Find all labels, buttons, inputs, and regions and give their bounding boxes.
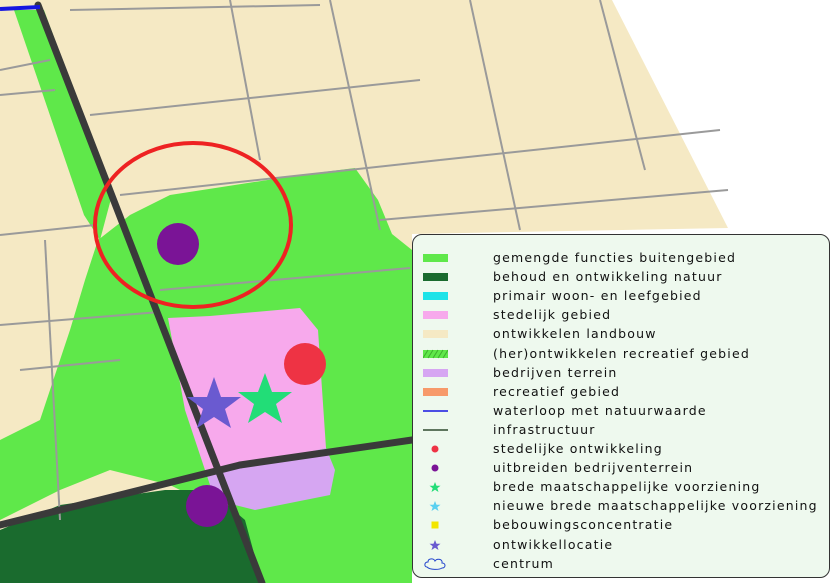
legend-item: recreatief gebied bbox=[413, 383, 831, 401]
uitbreiden-bedrijventerrein-marker[interactable] bbox=[157, 223, 199, 265]
legend-label: bebouwingsconcentratie bbox=[493, 517, 674, 533]
hatched-swatch-icon bbox=[423, 349, 448, 358]
legend-label: stedelijke ontwikkeling bbox=[493, 441, 663, 456]
legend-label: bedrijven terrein bbox=[493, 364, 618, 380]
legend-item: bedrijven terrein bbox=[413, 364, 831, 382]
legend-item: ontwikkellocatie bbox=[413, 536, 831, 554]
legend-item: ontwikkelen landbouw bbox=[413, 325, 831, 343]
swatch-icon bbox=[423, 292, 448, 301]
legend-label: ontwikkellocatie bbox=[493, 536, 614, 552]
legend-item: brede maatschappelijke voorziening bbox=[413, 478, 831, 496]
legend-label: primair woon- en leefgebied bbox=[493, 288, 702, 304]
dot-icon bbox=[431, 464, 439, 472]
square-icon bbox=[431, 521, 439, 529]
legend-label: waterloop met natuurwaarde bbox=[493, 402, 707, 418]
swatch-icon bbox=[423, 387, 448, 396]
legend-item: infrastructuur bbox=[413, 421, 831, 439]
legend-item: stedelijke ontwikkeling bbox=[413, 440, 831, 458]
legend-item: uitbreiden bedrijventerrein bbox=[413, 459, 831, 477]
star-icon bbox=[429, 482, 441, 493]
legend-label: recreatief gebied bbox=[493, 383, 621, 399]
legend-label: centrum bbox=[493, 555, 555, 571]
cloud-outline-icon bbox=[424, 557, 446, 570]
legend-label: nieuwe brede maatschappelijke voorzienin… bbox=[493, 498, 818, 514]
legend-label: uitbreiden bedrijventerrein bbox=[493, 460, 694, 476]
line-icon bbox=[423, 429, 448, 431]
uitbreiden-bedrijventerrein-marker-2[interactable] bbox=[186, 485, 228, 527]
stedelijke-ontwikkeling-marker[interactable] bbox=[284, 343, 326, 385]
swatch-icon bbox=[423, 368, 448, 377]
legend-label: (her)ontwikkelen recreatief gebied bbox=[493, 345, 750, 361]
legend-item: bebouwingsconcentratie bbox=[413, 516, 831, 534]
legend-label: brede maatschappelijke voorziening bbox=[493, 479, 761, 495]
waterloop bbox=[0, 5, 41, 11]
swatch-icon bbox=[423, 254, 448, 262]
legend-label: ontwikkelen landbouw bbox=[493, 326, 657, 342]
star-icon bbox=[429, 501, 441, 512]
legend-item: centrum bbox=[413, 555, 831, 573]
legend-item: waterloop met natuurwaarde bbox=[413, 402, 831, 420]
legend-label: gemengde functies buitengebied bbox=[493, 250, 737, 265]
legend-label: behoud en ontwikkeling natuur bbox=[493, 269, 723, 285]
swatch-icon bbox=[423, 311, 448, 320]
legend-item: stedelijk gebied bbox=[413, 306, 831, 324]
swatch-icon bbox=[423, 330, 448, 339]
star-icon bbox=[429, 539, 441, 550]
legend-label: infrastructuur bbox=[493, 421, 596, 437]
legend-item: (her)ontwikkelen recreatief gebied bbox=[413, 345, 831, 363]
line-icon bbox=[423, 410, 448, 412]
legend-label: stedelijk gebied bbox=[493, 307, 612, 323]
swatch-icon bbox=[423, 273, 448, 282]
legend-item: gemengde functies buitengebied bbox=[413, 249, 831, 267]
map-legend: gemengde functies buitengebied behoud en … bbox=[412, 234, 830, 578]
legend-item: nieuwe brede maatschappelijke voorzienin… bbox=[413, 497, 831, 515]
legend-item: behoud en ontwikkeling natuur bbox=[413, 268, 831, 286]
legend-item: primair woon- en leefgebied bbox=[413, 287, 831, 305]
dot-icon bbox=[431, 445, 439, 453]
